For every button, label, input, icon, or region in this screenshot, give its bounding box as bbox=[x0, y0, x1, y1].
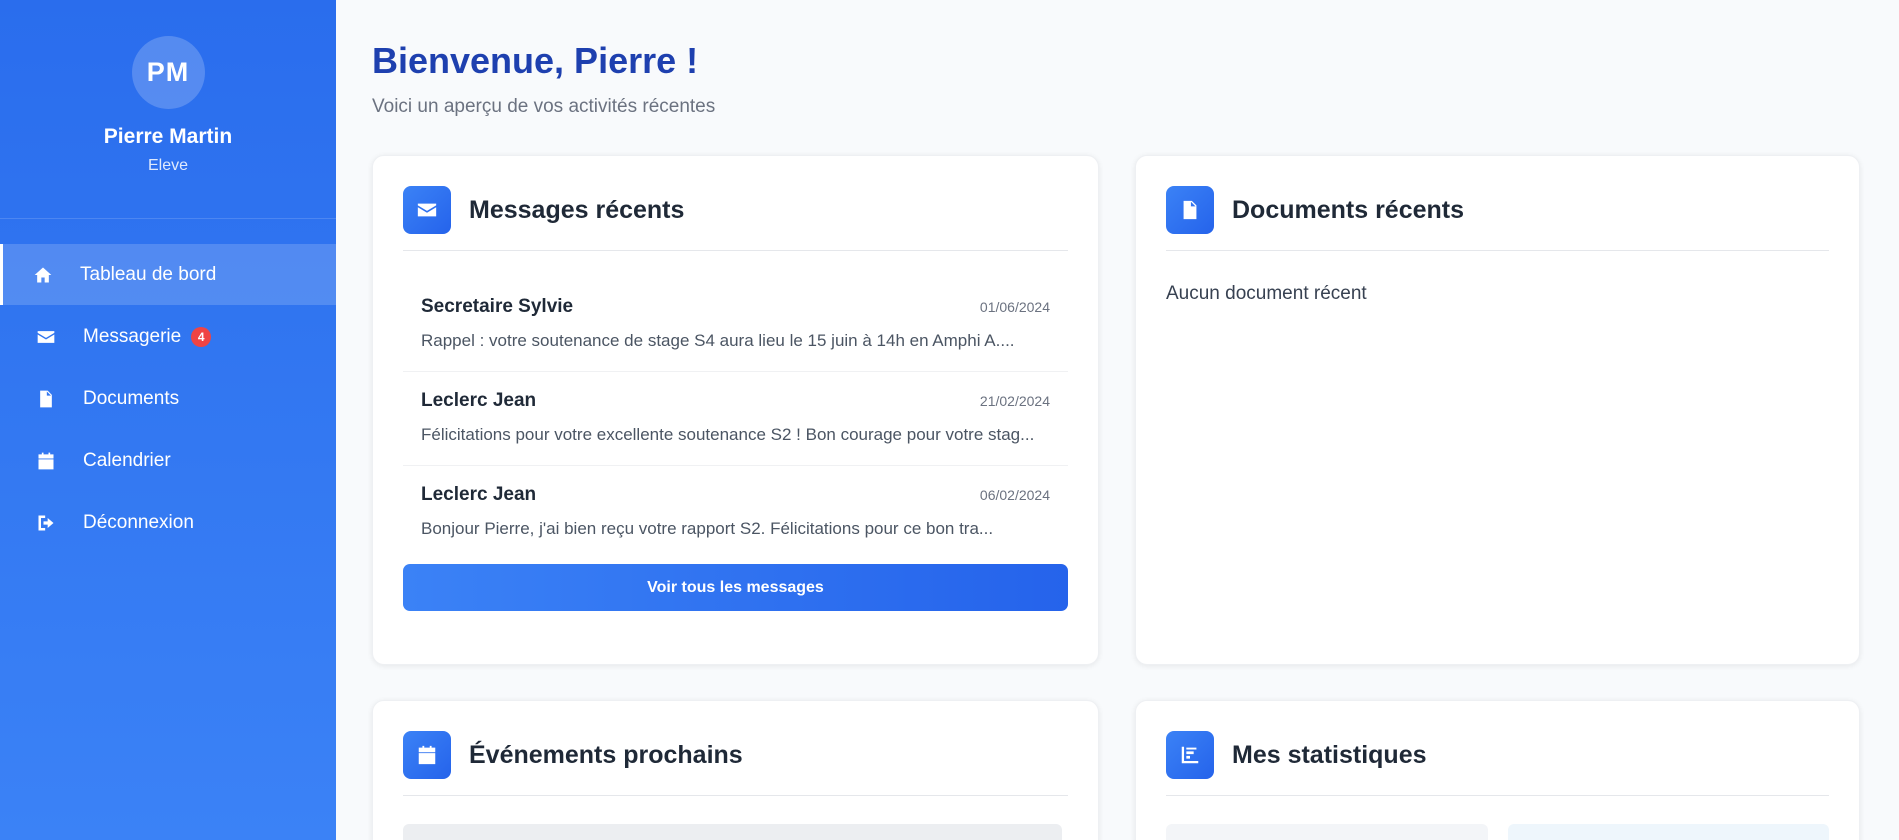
stat-tile bbox=[1508, 824, 1829, 840]
messages-card: Messages récents Secretaire Sylvie 01/06… bbox=[372, 155, 1099, 665]
chart-icon bbox=[1166, 731, 1214, 779]
document-icon bbox=[35, 388, 57, 410]
unread-badge: 4 bbox=[191, 326, 212, 347]
calendar-icon bbox=[403, 731, 451, 779]
card-header: Événements prochains bbox=[403, 731, 1068, 796]
message-date: 06/02/2024 bbox=[979, 487, 1050, 503]
user-role: Eleve bbox=[147, 157, 189, 174]
sidebar-item-tableau-de-bord[interactable]: Tableau de bord bbox=[0, 244, 336, 305]
sidebar-item-deconnexion[interactable]: Déconnexion bbox=[0, 492, 336, 553]
envelope-icon bbox=[403, 186, 451, 234]
sidebar-item-label: Tableau de bord bbox=[80, 263, 217, 285]
home-icon bbox=[32, 264, 54, 286]
sidebar-item-label: Déconnexion bbox=[83, 511, 194, 533]
list-item[interactable]: Leclerc Jean 06/02/2024 Bonjour Pierre, … bbox=[403, 466, 1068, 560]
event-item[interactable] bbox=[403, 824, 1062, 840]
logout-icon bbox=[35, 512, 57, 534]
sidebar-item-label: Messagerie bbox=[83, 325, 182, 347]
documents-card: Documents récents Aucun document récent bbox=[1135, 155, 1860, 665]
message-preview: Félicitations pour votre excellente sout… bbox=[421, 425, 1035, 444]
card-header: Mes statistiques bbox=[1166, 731, 1829, 796]
message-preview: Rappel : votre soutenance de stage S4 au… bbox=[421, 331, 1015, 350]
envelope-icon bbox=[35, 326, 57, 348]
stats-card: Mes statistiques bbox=[1135, 700, 1860, 840]
list-item[interactable]: Leclerc Jean 21/02/2024 Félicitations po… bbox=[403, 372, 1068, 466]
card-title: Mes statistiques bbox=[1232, 741, 1427, 769]
card-header: Documents récents bbox=[1166, 186, 1829, 251]
stat-tile bbox=[1166, 824, 1488, 840]
card-title: Documents récents bbox=[1232, 196, 1465, 224]
events-card: Événements prochains bbox=[372, 700, 1099, 840]
sidebar-item-label: Calendrier bbox=[83, 449, 171, 471]
message-sender: Secretaire Sylvie bbox=[421, 296, 574, 317]
list-item[interactable]: Secretaire Sylvie 01/06/2024 Rappel : vo… bbox=[403, 278, 1068, 372]
card-title: Messages récents bbox=[469, 196, 685, 224]
user-name: Pierre Martin bbox=[103, 125, 233, 148]
sidebar-item-label: Documents bbox=[83, 387, 180, 409]
sidebar: PM Pierre Martin Eleve Tableau de bord M… bbox=[0, 0, 336, 840]
avatar: PM bbox=[131, 36, 205, 109]
sidebar-item-messagerie[interactable]: Messagerie 4 bbox=[0, 306, 336, 367]
sidebar-nav: Tableau de bord Messagerie 4 Documents C… bbox=[0, 244, 336, 553]
card-title: Événements prochains bbox=[469, 741, 743, 769]
message-preview: Bonjour Pierre, j'ai bien reçu votre rap… bbox=[421, 519, 994, 538]
page-subtitle: Voici un aperçu de vos activités récente… bbox=[372, 96, 716, 117]
sidebar-item-documents[interactable]: Documents bbox=[0, 368, 336, 429]
document-icon bbox=[1166, 186, 1214, 234]
main-content: Bienvenue, Pierre ! Voici un aperçu de v… bbox=[336, 0, 1899, 840]
calendar-icon bbox=[35, 450, 57, 472]
page-title: Bienvenue, Pierre ! bbox=[372, 40, 699, 81]
message-date: 01/06/2024 bbox=[979, 299, 1050, 315]
view-all-messages-button[interactable]: Voir tous les messages bbox=[403, 564, 1068, 611]
empty-state-text: Aucun document récent bbox=[1166, 283, 1367, 304]
user-profile: PM Pierre Martin Eleve bbox=[0, 0, 336, 219]
message-sender: Leclerc Jean bbox=[421, 390, 537, 411]
message-date: 21/02/2024 bbox=[979, 393, 1050, 409]
sidebar-item-calendrier[interactable]: Calendrier bbox=[0, 430, 336, 491]
message-sender: Leclerc Jean bbox=[421, 484, 537, 505]
card-header: Messages récents bbox=[403, 186, 1068, 251]
